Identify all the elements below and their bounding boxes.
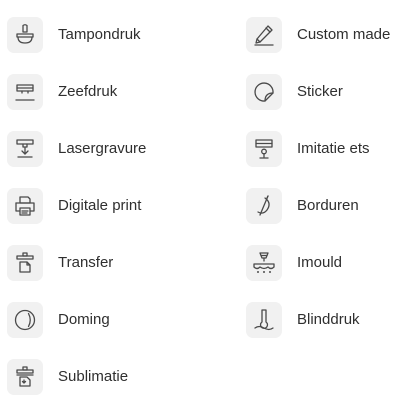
technique-item-transfer[interactable]: Transfer — [7, 234, 165, 291]
laser-icon — [7, 130, 43, 167]
technique-label: Doming — [58, 310, 110, 328]
technique-item-blinddruk[interactable]: Blinddruk — [246, 291, 404, 348]
technique-label: Sticker — [297, 82, 343, 100]
technique-item-borduren[interactable]: Borduren — [246, 177, 404, 234]
technique-item-custom-made[interactable]: Custom made — [246, 6, 404, 63]
technique-label: Borduren — [297, 196, 359, 214]
technique-item-lasergravure[interactable]: Lasergravure — [7, 120, 165, 177]
technique-label: Imitatie ets — [297, 139, 370, 157]
blind-emboss-icon — [246, 301, 282, 338]
pencil-icon — [246, 16, 282, 53]
technique-column-right: Custom made Sticker Imitatie ets Bordure… — [246, 6, 404, 348]
technique-item-doming[interactable]: Doming — [7, 291, 165, 348]
technique-item-tampondruk[interactable]: Tampondruk — [7, 6, 165, 63]
technique-label: Blinddruk — [297, 310, 360, 328]
technique-label: Custom made — [297, 25, 391, 43]
technique-item-imitatie-ets[interactable]: Imitatie ets — [246, 120, 404, 177]
technique-label: Lasergravure — [58, 139, 147, 157]
stamp-icon — [7, 16, 43, 53]
doming-icon — [7, 301, 43, 338]
printer-icon — [7, 187, 43, 224]
sticker-icon — [246, 73, 282, 110]
technique-item-digitale-print[interactable]: Digitale print — [7, 177, 165, 234]
transfer-icon — [7, 244, 43, 281]
technique-label: Zeefdruk — [58, 82, 118, 100]
needle-icon — [246, 187, 282, 224]
technique-label: Imould — [297, 253, 343, 271]
technique-item-sticker[interactable]: Sticker — [246, 63, 404, 120]
technique-column-left: Tampondruk Zeefdruk Lasergravure Digital… — [7, 6, 165, 405]
technique-label: Tampondruk — [58, 25, 141, 43]
technique-list: Tampondruk Zeefdruk Lasergravure Digital… — [0, 0, 404, 395]
technique-item-zeefdruk[interactable]: Zeefdruk — [7, 63, 165, 120]
mould-icon — [246, 244, 282, 281]
technique-label: Transfer — [58, 253, 114, 271]
screen-print-icon — [7, 73, 43, 110]
technique-label: Digitale print — [58, 196, 142, 214]
etching-icon — [246, 130, 282, 167]
technique-item-imould[interactable]: Imould — [246, 234, 404, 291]
